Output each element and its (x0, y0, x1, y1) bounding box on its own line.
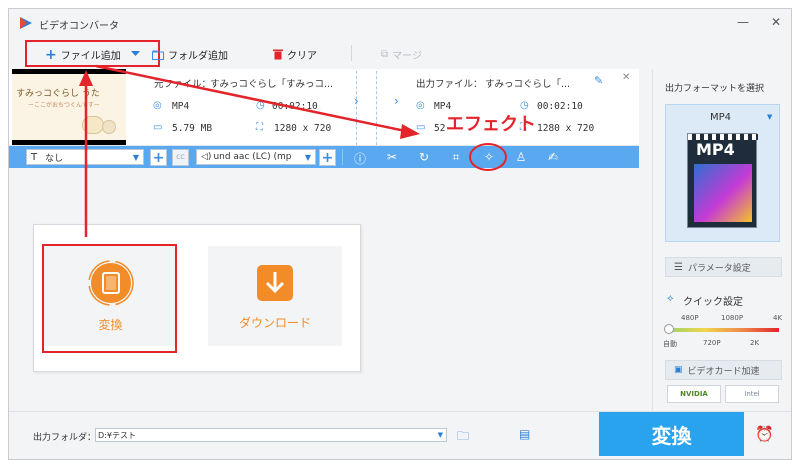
right-panel: 出力フォーマットを選択 MP4 ▼ MP4 ☰ パラメータ設定 ⟡ クイック設定… (652, 69, 791, 411)
browse-folder-icon[interactable]: 🗀 (457, 427, 469, 448)
output-folder-value: D:¥テスト (98, 430, 136, 440)
format-value: MP4 (710, 112, 732, 123)
quality-720p: 720P (703, 339, 721, 347)
chevron-down-icon: ▼ (437, 431, 443, 439)
quick-settings-label: クイック設定 (683, 297, 743, 308)
convert-button[interactable]: 変換 (599, 412, 744, 456)
gpu-acceleration-toggle[interactable]: ▣ ビデオカード加速 (665, 360, 782, 380)
quality-auto: 自動 (663, 340, 677, 348)
format-heading: 出力フォーマットを選択 (665, 84, 765, 94)
gpu-acceleration-label: ビデオカード加速 (687, 366, 760, 377)
quality-slider[interactable] (667, 328, 779, 332)
parameter-settings-button[interactable]: ☰ パラメータ設定 (665, 257, 782, 277)
nvidia-badge: NVIDIA (667, 385, 721, 403)
sliders-icon: ☰ (674, 261, 683, 273)
parameter-settings-label: パラメータ設定 (687, 263, 751, 274)
mp4-format-icon: MP4 (687, 133, 758, 228)
mp4-icon-text: MP4 (696, 140, 735, 159)
quality-slider-handle[interactable] (664, 324, 674, 334)
quality-1080p: 1080P (721, 314, 744, 322)
chevron-down-icon: ▼ (767, 113, 773, 121)
quick-settings-icon: ⟡ (667, 293, 674, 304)
open-output-icon[interactable]: ▤ (519, 427, 530, 441)
effect-annotation-label: エフェクト (446, 114, 536, 135)
alarm-clock-icon[interactable]: ⏰ (755, 425, 774, 443)
output-folder-label: 出力フォルダ： (33, 433, 97, 443)
chip-icon: ▣ (674, 365, 683, 375)
balloon-image (694, 164, 752, 222)
output-folder-input[interactable]: D:¥テスト ▼ (95, 428, 447, 442)
quality-4k: 4K (773, 314, 783, 322)
quality-480p: 480P (681, 314, 699, 322)
quality-2k: 2K (750, 339, 760, 347)
intel-badge: Intel (725, 385, 779, 403)
format-selector[interactable]: MP4 ▼ MP4 (665, 104, 780, 242)
